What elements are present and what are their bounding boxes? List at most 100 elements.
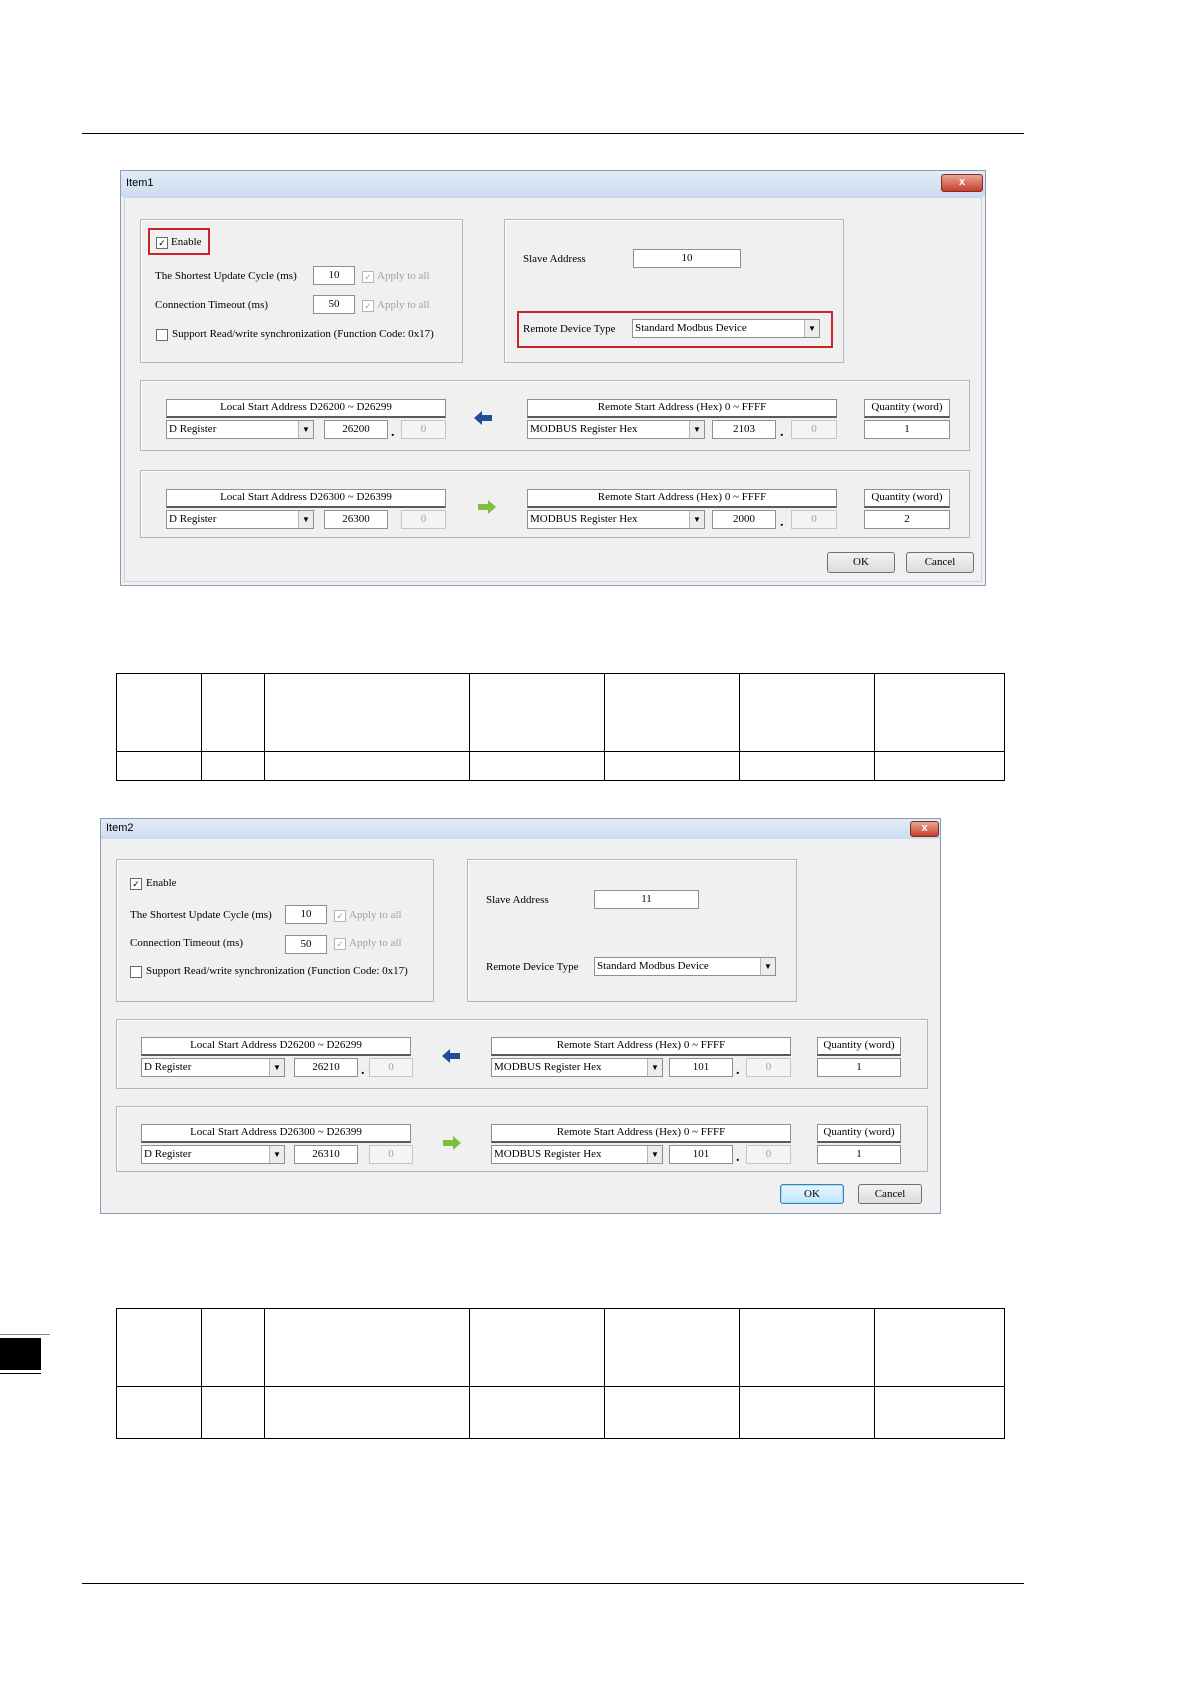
- remote-type-select[interactable]: MODBUS Register Hex ▼: [527, 420, 705, 439]
- enable-label: Enable: [146, 877, 177, 889]
- table-cell: [604, 673, 740, 752]
- remote-bit-input[interactable]: 0: [791, 420, 837, 439]
- local-bit-input[interactable]: 0: [369, 1058, 413, 1077]
- apply-all-checkbox-2[interactable]: ✓: [362, 300, 374, 312]
- remote-address-input[interactable]: 2103: [712, 420, 776, 439]
- chevron-down-icon[interactable]: ▼: [269, 1059, 284, 1076]
- bit-separator: .: [736, 1150, 740, 1165]
- local-type-select[interactable]: D Register ▼: [166, 420, 314, 439]
- local-address-input[interactable]: 26200: [324, 420, 388, 439]
- cancel-button[interactable]: Cancel: [858, 1184, 922, 1204]
- remote-address-header: Remote Start Address (Hex) 0 ~ FFFF: [527, 399, 837, 418]
- title-bar[interactable]: Item1 x: [121, 171, 985, 197]
- table-cell: [116, 673, 202, 752]
- remote-type-value: MODBUS Register Hex: [494, 1148, 602, 1160]
- cancel-button[interactable]: Cancel: [906, 552, 974, 573]
- table-cell: [604, 751, 740, 781]
- enable-checkbox[interactable]: ✓: [130, 878, 142, 890]
- apply-all-checkbox-1[interactable]: ✓: [362, 271, 374, 283]
- local-bit-input[interactable]: 0: [401, 510, 446, 529]
- update-cycle-label: The Shortest Update Cycle (ms): [130, 909, 272, 921]
- local-type-select[interactable]: D Register ▼: [141, 1145, 285, 1164]
- chevron-down-icon[interactable]: ▼: [298, 421, 313, 438]
- remote-address-input[interactable]: 101: [669, 1145, 733, 1164]
- chevron-down-icon[interactable]: ▼: [689, 511, 704, 528]
- device-type-select[interactable]: Standard Modbus Device ▼: [594, 957, 776, 976]
- remote-bit-input[interactable]: 0: [791, 510, 837, 529]
- local-address-input[interactable]: 26210: [294, 1058, 358, 1077]
- apply-all-label-2: Apply to all: [377, 299, 430, 311]
- quantity-input[interactable]: 2: [864, 510, 950, 529]
- apply-all-label-1: Apply to all: [377, 270, 430, 282]
- item1-dialog: Item1 x ✓ Enable The Shortest Update Cyc…: [120, 170, 986, 586]
- slave-address-input[interactable]: 10: [633, 249, 741, 268]
- title-bar[interactable]: Item2 x: [101, 819, 940, 839]
- table-cell: [739, 1386, 875, 1439]
- quantity-header: Quantity (word): [817, 1037, 901, 1056]
- slave-address-input[interactable]: 11: [594, 890, 699, 909]
- remote-bit-input[interactable]: 0: [746, 1145, 791, 1164]
- remote-address-header: Remote Start Address (Hex) 0 ~ FFFF: [527, 489, 837, 508]
- remote-type-select[interactable]: MODBUS Register Hex ▼: [527, 510, 705, 529]
- arrow-left-icon: [442, 1049, 460, 1063]
- local-address-header: Local Start Address D26200 ~ D26299: [166, 399, 446, 418]
- timeout-input[interactable]: 50: [313, 295, 355, 314]
- quantity-input[interactable]: 1: [817, 1058, 901, 1077]
- remote-address-input[interactable]: 2000: [712, 510, 776, 529]
- table-cell: [264, 751, 470, 781]
- update-cycle-input[interactable]: 10: [285, 905, 327, 924]
- quantity-input[interactable]: 1: [817, 1145, 901, 1164]
- quantity-input[interactable]: 1: [864, 420, 950, 439]
- chevron-down-icon[interactable]: ▼: [760, 958, 775, 975]
- ok-button[interactable]: OK: [827, 552, 895, 573]
- enable-checkbox[interactable]: ✓: [156, 237, 168, 249]
- bit-separator: .: [361, 1063, 365, 1078]
- device-type-select[interactable]: Standard Modbus Device ▼: [632, 319, 820, 338]
- remote-address-input[interactable]: 101: [669, 1058, 733, 1077]
- local-bit-input[interactable]: 0: [401, 420, 446, 439]
- local-address-input[interactable]: 26310: [294, 1145, 358, 1164]
- local-type-value: D Register: [144, 1061, 192, 1073]
- timeout-input[interactable]: 50: [285, 935, 327, 954]
- slave-address-label: Slave Address: [486, 894, 549, 906]
- table-cell: [264, 1386, 470, 1439]
- close-button[interactable]: x: [910, 821, 939, 837]
- table-cell: [201, 673, 265, 752]
- table-cell: [201, 1308, 265, 1387]
- chevron-down-icon[interactable]: ▼: [269, 1146, 284, 1163]
- chevron-down-icon[interactable]: ▼: [647, 1146, 662, 1163]
- local-address-header: Local Start Address D26200 ~ D26299: [141, 1037, 411, 1056]
- local-bit-input[interactable]: 0: [369, 1145, 413, 1164]
- close-button[interactable]: x: [941, 174, 983, 192]
- remote-type-select[interactable]: MODBUS Register Hex ▼: [491, 1145, 663, 1164]
- device-type-value: Standard Modbus Device: [635, 322, 747, 334]
- remote-type-select[interactable]: MODBUS Register Hex ▼: [491, 1058, 663, 1077]
- apply-all-checkbox-1[interactable]: ✓: [334, 910, 346, 922]
- table-cell: [116, 1308, 202, 1387]
- table-cell: [469, 1386, 605, 1439]
- sync-checkbox[interactable]: [130, 966, 142, 978]
- apply-all-label-2: Apply to all: [349, 937, 402, 949]
- table-cell: [874, 751, 1005, 781]
- ok-button[interactable]: OK: [780, 1184, 844, 1204]
- table-2: [116, 1308, 1005, 1439]
- chevron-down-icon[interactable]: ▼: [298, 511, 313, 528]
- remote-bit-input[interactable]: 0: [746, 1058, 791, 1077]
- table-cell: [604, 1386, 740, 1439]
- table-cell: [116, 1386, 202, 1439]
- sync-label: Support Read/write synchronization (Func…: [172, 328, 434, 340]
- chevron-down-icon[interactable]: ▼: [647, 1059, 662, 1076]
- local-type-select[interactable]: D Register ▼: [166, 510, 314, 529]
- sync-checkbox[interactable]: [156, 329, 168, 341]
- chevron-down-icon[interactable]: ▼: [689, 421, 704, 438]
- local-type-select[interactable]: D Register ▼: [141, 1058, 285, 1077]
- apply-all-checkbox-2[interactable]: ✓: [334, 938, 346, 950]
- local-type-value: D Register: [169, 423, 217, 435]
- chevron-down-icon[interactable]: ▼: [804, 320, 819, 337]
- arrow-left-icon: [474, 411, 492, 425]
- remote-address-header: Remote Start Address (Hex) 0 ~ FFFF: [491, 1124, 791, 1143]
- side-tab-rule-bottom: [0, 1373, 41, 1374]
- table-cell: [469, 751, 605, 781]
- update-cycle-input[interactable]: 10: [313, 266, 355, 285]
- local-address-input[interactable]: 26300: [324, 510, 388, 529]
